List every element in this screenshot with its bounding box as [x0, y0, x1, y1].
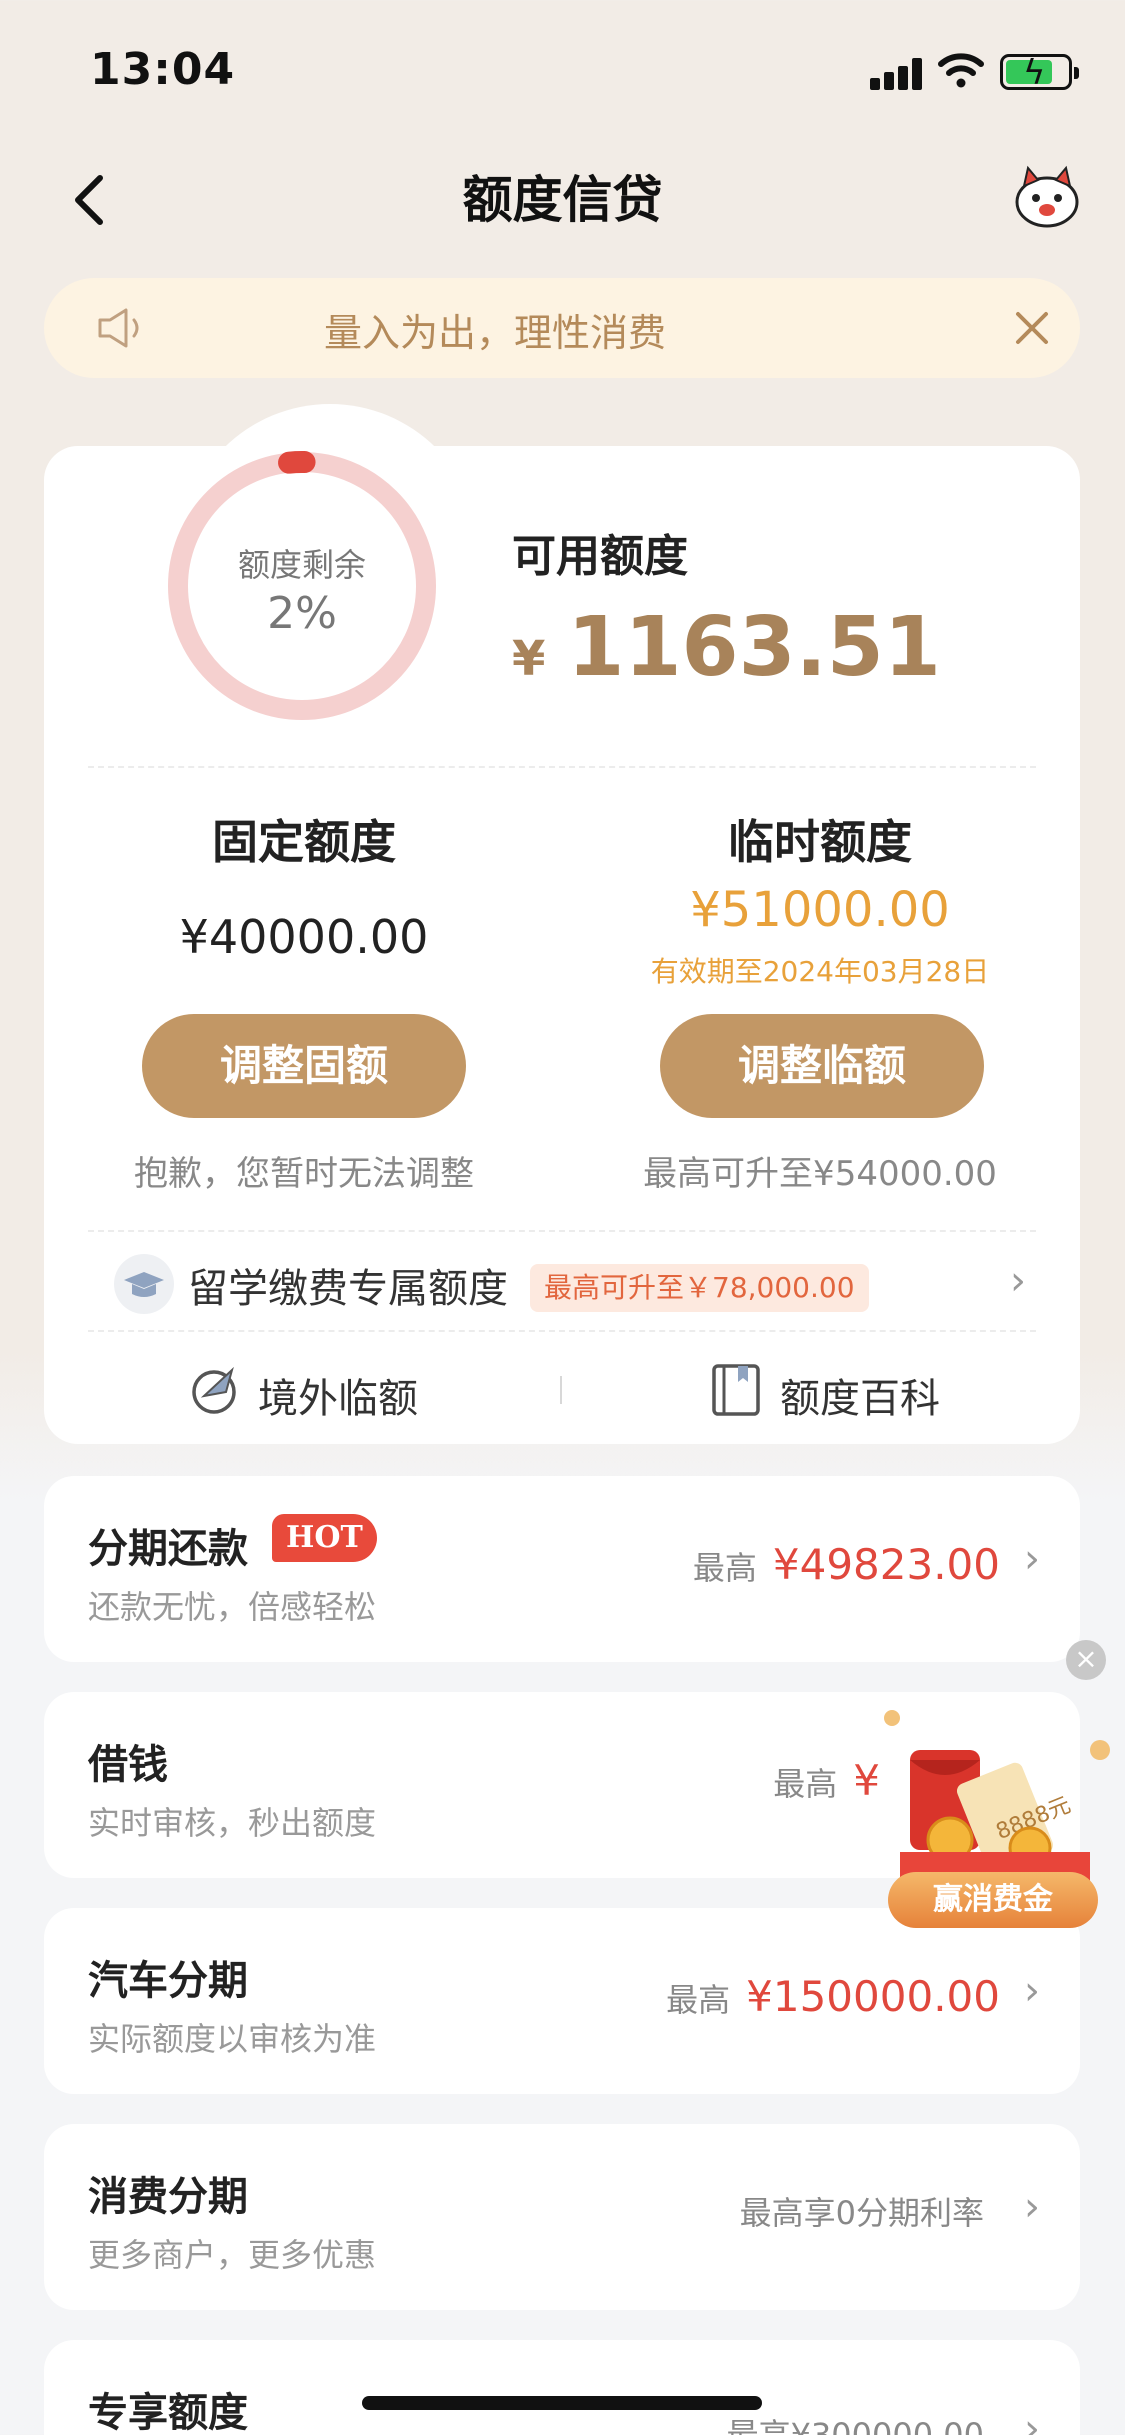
hot-badge: HOT	[272, 1514, 377, 1562]
plane-globe-icon	[192, 1366, 236, 1414]
chevron-right-icon: ›	[1024, 2184, 1040, 2230]
divider	[88, 1330, 1036, 1332]
card-title: 借钱	[88, 1742, 168, 1788]
quota-encyclopedia-link[interactable]: 额度百科	[708, 1362, 988, 1422]
speaker-icon	[98, 308, 139, 348]
mascot-avatar-icon[interactable]	[1012, 164, 1082, 230]
ring-label: 额度剩余	[237, 546, 366, 584]
page-title: 额度信贷	[462, 171, 663, 229]
max-prefix: 最高享0分期利率	[739, 2194, 984, 2232]
book-icon	[712, 1364, 760, 1416]
promo-close-button[interactable]: ×	[1066, 1640, 1106, 1680]
fixed-quota-note: 抱歉，您暂时无法调整	[134, 1154, 474, 1194]
card-title: 消费分期	[88, 2174, 248, 2220]
remaining-ring	[167, 451, 437, 721]
card-max-amount: 最高 ¥	[773, 1756, 880, 1805]
card-max-amount: 最高¥300000.00	[727, 2410, 1000, 2435]
max-value: ¥150000.00	[746, 1972, 1000, 2021]
temp-quota-expiry: 有效期至2024年03月28日	[650, 955, 990, 988]
installment-repayment-card[interactable]: 分期还款 HOT 还款无忧，倍感轻松 最高 ¥49823.00 ›	[44, 1476, 1080, 1662]
divider	[88, 1230, 1036, 1232]
card-subtitle: 还款无忧，倍感轻松	[88, 1588, 377, 1626]
max-prefix: 最高	[773, 1765, 838, 1803]
close-icon[interactable]	[1004, 300, 1060, 356]
max-prefix: 最高	[692, 1549, 757, 1587]
card-max-amount: 最高 ¥49823.00	[693, 1540, 1000, 1589]
divider	[88, 766, 1036, 768]
chevron-right-icon: ›	[1024, 2406, 1040, 2435]
temp-quota-note: 最高可升至¥54000.00	[643, 1154, 997, 1194]
tool-label: 额度百科	[780, 1376, 940, 1422]
notice-text: 量入为出，理性消费	[324, 311, 667, 355]
card-max-amount: 最高享0分期利率	[740, 2188, 1000, 2234]
card-subtitle: 更多商户，更多优惠	[88, 2236, 377, 2274]
status-time: 13:04	[90, 44, 236, 95]
card-title: 汽车分期	[88, 1958, 248, 2004]
study-abroad-quota-row[interactable]: 留学缴费专属额度 最高可升至￥78,000.00 ›	[114, 1250, 1034, 1324]
adjust-temp-button[interactable]: 调整临额	[660, 1014, 984, 1118]
exclusive-quota-card[interactable]: 专享额度 最高¥300000.00 ›	[44, 2340, 1080, 2435]
max-prefix: 最高	[666, 1981, 731, 2019]
wifi-icon	[938, 53, 984, 88]
max-value: ¥	[853, 1756, 880, 1805]
temp-quota-amount: ¥51000.00	[690, 882, 950, 938]
ring-percent: 2%	[267, 588, 337, 639]
consumer-installment-card[interactable]: 消费分期 更多商户，更多优惠 最高享0分期利率 ›	[44, 2124, 1080, 2310]
card-subtitle: 实时审核，秒出额度	[88, 1804, 377, 1842]
available-label: 可用额度	[512, 531, 688, 582]
currency-symbol: ¥	[512, 631, 546, 687]
fixed-quota-title: 固定额度	[212, 815, 396, 869]
divider	[560, 1376, 562, 1404]
chevron-right-icon: ›	[1024, 1968, 1040, 2014]
car-installment-card[interactable]: 汽车分期 实际额度以审核为准 最高 ¥150000.00 ›	[44, 1908, 1080, 2094]
notice-bar: 量入为出，理性消费	[44, 278, 1080, 378]
temp-quota-title: 临时额度	[728, 815, 912, 869]
cellular-signal-icon	[870, 56, 924, 90]
chevron-right-icon: ›	[1024, 1536, 1040, 1582]
fixed-quota-amount: ¥40000.00	[179, 910, 429, 964]
card-title: 专享额度	[88, 2390, 248, 2435]
study-abroad-label: 留学缴费专属额度	[188, 1266, 508, 1312]
max-prefix: 最高¥300000.00	[726, 2416, 984, 2435]
promo-label[interactable]: 赢消费金	[888, 1872, 1098, 1928]
card-subtitle: 实际额度以审核为准	[88, 2020, 377, 2058]
chevron-right-icon: ›	[1010, 1258, 1026, 1304]
max-value: ¥49823.00	[772, 1540, 1000, 1589]
battery-charging-icon: ϟ	[1000, 53, 1079, 93]
available-amount: ¥1163.51	[512, 600, 941, 695]
tool-label: 境外临额	[258, 1376, 418, 1422]
overseas-temp-quota-link[interactable]: 境外临额	[186, 1362, 466, 1422]
study-abroad-tag: 最高可升至￥78,000.00	[530, 1264, 869, 1312]
available-value: 1163.51	[567, 600, 941, 695]
home-indicator	[362, 2396, 762, 2410]
graduation-cap-icon	[114, 1254, 174, 1314]
card-title: 分期还款	[88, 1526, 248, 1572]
card-max-amount: 最高 ¥150000.00	[666, 1972, 1000, 2021]
adjust-fixed-button[interactable]: 调整固额	[142, 1014, 466, 1118]
